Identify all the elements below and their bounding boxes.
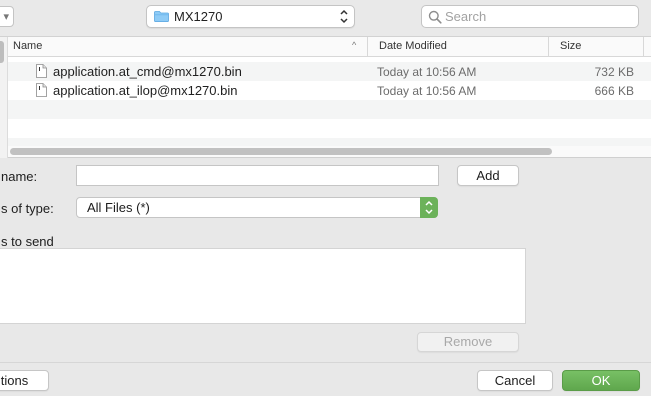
file-type-select[interactable]: All Files (*) [76, 197, 438, 218]
file-size: 666 KB [594, 84, 634, 98]
path-select[interactable]: MX1270 [146, 5, 355, 28]
file-row[interactable]: application.at_ilop@mx1270.bin Today at … [8, 81, 651, 100]
folder-icon [154, 11, 169, 22]
search-placeholder: Search [445, 9, 487, 24]
chevron-down-icon: ▾ [3, 11, 9, 23]
file-date: Today at 10:56 AM [377, 84, 477, 98]
file-name: application.at_ilop@mx1270.bin [53, 83, 238, 98]
column-name[interactable]: Name [13, 40, 42, 52]
toolbar: ▾ MX1270 Search [0, 0, 651, 37]
search-icon [428, 10, 442, 24]
column-date-modified[interactable]: Date Modified [379, 40, 447, 52]
empty-row [8, 138, 651, 146]
sidebar-scrollbar[interactable] [0, 41, 4, 63]
search-input[interactable]: Search [421, 5, 639, 28]
column-divider[interactable] [643, 37, 644, 57]
add-button[interactable]: Add [457, 165, 519, 186]
column-divider[interactable] [367, 37, 368, 57]
file-date: Today at 10:56 AM [377, 65, 477, 79]
column-header: Name ^ Date Modified Size [8, 37, 651, 57]
cancel-button[interactable]: Cancel [477, 370, 553, 391]
file-row[interactable]: application.at_cmd@mx1270.bin Today at 1… [8, 62, 651, 81]
document-icon [36, 64, 47, 78]
horizontal-scroll-thumb[interactable] [10, 148, 552, 155]
file-name: application.at_cmd@mx1270.bin [53, 64, 242, 79]
column-size[interactable]: Size [560, 40, 581, 52]
file-browser: Name ^ Date Modified Size application.at… [0, 37, 651, 158]
file-type-value: All Files (*) [87, 200, 150, 215]
file-name-label: name: [1, 169, 38, 184]
file-size: 732 KB [594, 65, 634, 79]
path-label: MX1270 [174, 9, 223, 24]
navigation-button[interactable]: ▾ [0, 6, 14, 27]
files-to-send-label: s to send [1, 234, 54, 249]
footer-divider [0, 362, 651, 363]
chevron-updown-icon [340, 9, 348, 24]
document-icon [36, 83, 47, 97]
chevron-updown-icon [425, 200, 433, 215]
file-name-field[interactable] [76, 165, 439, 186]
select-stepper[interactable] [420, 197, 438, 218]
options-button[interactable]: tions [0, 370, 49, 391]
empty-row [8, 100, 651, 119]
remove-button[interactable]: Remove [417, 332, 519, 352]
column-divider[interactable] [548, 37, 549, 57]
sort-ascending-icon: ^ [352, 40, 357, 50]
files-to-send-list[interactable] [0, 248, 526, 324]
file-type-label: s of type: [1, 201, 54, 216]
ok-button[interactable]: OK [562, 370, 640, 391]
